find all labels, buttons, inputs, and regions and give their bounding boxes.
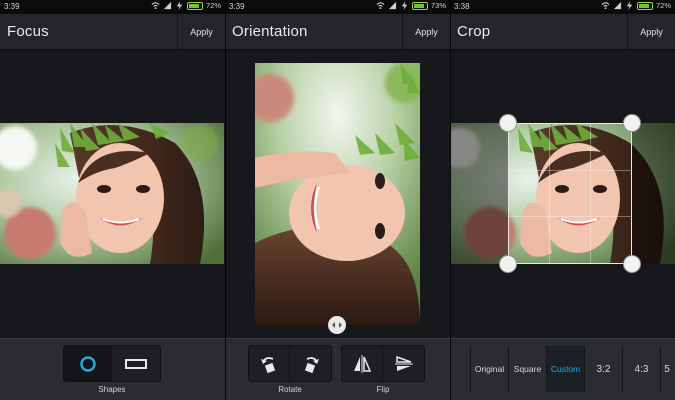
rectangle-shape-button[interactable] (112, 346, 160, 381)
rotate-left-button[interactable] (249, 346, 290, 381)
image-canvas (0, 50, 225, 338)
status-time: 3:38 (454, 2, 470, 11)
wifi-icon (376, 2, 385, 10)
image-canvas (225, 50, 450, 338)
charging-icon (626, 1, 633, 10)
signal-icon (163, 1, 172, 10)
battery-icon (636, 1, 653, 10)
top-toolbar: Crop Apply (450, 14, 675, 50)
battery-percent: 72% (205, 1, 221, 10)
crop-handle-bottom-left[interactable] (499, 255, 517, 273)
rotate-left-icon (261, 356, 276, 373)
apply-button[interactable]: Apply (627, 14, 675, 50)
crop-box[interactable] (508, 123, 632, 264)
crop-handle-top-right[interactable] (623, 114, 641, 132)
crop-handle-top-left[interactable] (499, 114, 517, 132)
status-icons: 73% (376, 1, 446, 10)
drag-handle[interactable] (328, 316, 346, 334)
rotate-right-icon (304, 356, 319, 373)
tab-square[interactable]: Square (508, 346, 546, 392)
wifi-icon (151, 2, 160, 10)
status-time: 3:39 (4, 2, 20, 11)
portrait-photo-rotated (255, 63, 420, 325)
battery-icon (186, 1, 203, 10)
circle-shape-icon (79, 355, 96, 372)
tab-4-3[interactable]: 4:3 (622, 346, 660, 392)
tab-3-2[interactable]: 3:2 (584, 346, 622, 392)
top-toolbar: Focus Apply (0, 14, 225, 50)
status-icons: 72% (601, 1, 671, 10)
crop-shade-left (450, 123, 508, 264)
status-bar: 3:38 72% (450, 0, 675, 14)
bottom-toolbar: Rotate Flip (225, 338, 450, 400)
charging-icon (401, 1, 408, 10)
battery-icon (411, 1, 428, 10)
flip-vertical-button[interactable] (383, 346, 424, 381)
page-title: Crop (457, 23, 491, 40)
flip-button-group (341, 345, 425, 382)
image-canvas (450, 50, 675, 338)
circle-shape-button[interactable] (64, 346, 112, 381)
flip-horizontal-button[interactable] (342, 346, 383, 381)
bottom-toolbar: Original Square Custom 3:2 4:3 5 (450, 338, 675, 400)
tab-custom[interactable]: Custom (546, 346, 584, 392)
tab-5[interactable]: 5 (660, 346, 673, 392)
status-icons: 72% (151, 1, 221, 10)
bottom-toolbar: Shapes (0, 338, 225, 400)
flip-label: Flip (376, 385, 390, 394)
apply-button[interactable]: Apply (402, 14, 450, 50)
crop-shade-right (632, 123, 675, 264)
orientation-panel: 3:39 73% Orientation Apply Rotate Flip (225, 0, 450, 400)
horizontal-arrows-icon (332, 322, 342, 328)
portrait-photo (0, 123, 224, 264)
status-bar: 3:39 73% (225, 0, 450, 14)
signal-icon (613, 1, 622, 10)
battery-percent: 73% (430, 1, 446, 10)
crop-panel: 3:38 72% Crop Apply Original Square Cust… (450, 0, 675, 400)
status-bar: 3:39 72% (0, 0, 225, 14)
rectangle-shape-icon (125, 358, 147, 369)
page-title: Orientation (232, 23, 308, 40)
shapes-label: Shapes (98, 385, 126, 394)
charging-icon (176, 1, 183, 10)
signal-icon (388, 1, 397, 10)
shapes-button-group (63, 345, 161, 382)
top-toolbar: Orientation Apply (225, 14, 450, 50)
photo-preview[interactable] (255, 63, 420, 325)
crop-ratio-tabs: Original Square Custom 3:2 4:3 5 (470, 346, 673, 392)
rotate-right-button[interactable] (290, 346, 331, 381)
wifi-icon (601, 2, 610, 10)
apply-button[interactable]: Apply (177, 14, 225, 50)
photo-preview[interactable] (0, 123, 224, 264)
flip-horizontal-icon (354, 354, 372, 373)
flip-vertical-icon (394, 355, 413, 371)
crop-handle-bottom-right[interactable] (623, 255, 641, 273)
rotate-label: Rotate (278, 385, 302, 394)
battery-percent: 72% (655, 1, 671, 10)
page-title: Focus (7, 23, 49, 40)
status-time: 3:39 (229, 2, 245, 11)
tab-original[interactable]: Original (470, 346, 508, 392)
rotate-button-group (248, 345, 332, 382)
focus-panel: 3:39 72% Focus Apply Shapes (0, 0, 225, 400)
